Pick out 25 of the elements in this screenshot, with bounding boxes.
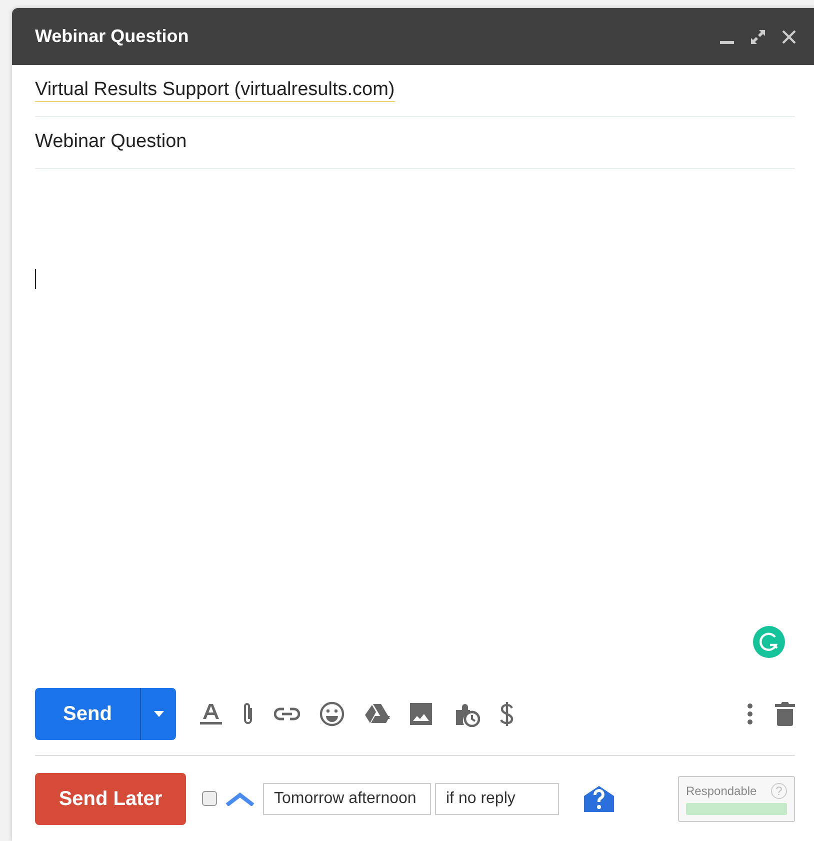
paperclip-icon[interactable]	[241, 701, 255, 727]
condition-select[interactable]: if no reply	[435, 782, 559, 814]
image-icon[interactable]	[409, 702, 433, 726]
send-later-button[interactable]: Send Later	[35, 772, 186, 824]
text-cursor	[35, 269, 36, 289]
more-options-icon[interactable]	[747, 703, 753, 725]
send-later-checkbox[interactable]	[202, 791, 217, 806]
send-button[interactable]: Send	[35, 688, 140, 740]
emoji-icon[interactable]	[319, 701, 345, 727]
link-icon[interactable]	[274, 707, 300, 721]
chevron-up-icon[interactable]	[225, 792, 255, 806]
trash-icon[interactable]	[775, 702, 795, 726]
respondable-label: Respondable	[686, 782, 757, 800]
send-options-button[interactable]	[140, 688, 176, 740]
envelope-question-icon[interactable]	[583, 784, 615, 812]
dollar-icon[interactable]	[499, 701, 515, 727]
subject-field[interactable]: Webinar Question	[35, 128, 187, 157]
expand-icon[interactable]	[750, 28, 766, 44]
window-title: Webinar Question	[35, 25, 189, 48]
close-icon[interactable]	[782, 30, 796, 44]
drive-icon[interactable]	[364, 703, 390, 725]
time-select[interactable]: Tomorrow afternoon	[263, 782, 431, 814]
caret-icon	[154, 711, 164, 717]
text-format-icon[interactable]	[200, 702, 222, 726]
recipient-chip[interactable]: Virtual Results Support (virtualresults.com)	[35, 79, 395, 102]
